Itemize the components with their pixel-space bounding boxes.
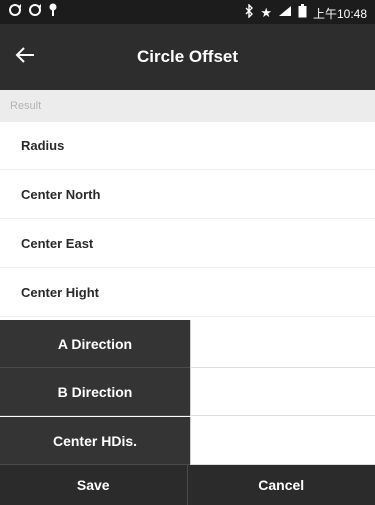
result-row-center-hight: Center Hight	[0, 269, 375, 317]
save-button[interactable]: Save	[0, 465, 188, 505]
input-row-center-hdis: Center HDis.	[0, 417, 375, 465]
center-hdis-input[interactable]	[190, 417, 375, 465]
status-right-icons: ★ 上午10:48	[244, 3, 367, 22]
sync-icon	[28, 3, 42, 21]
location-pin-icon	[48, 3, 58, 21]
sync-icon	[8, 3, 22, 21]
b-direction-label: B Direction	[0, 368, 190, 416]
a-direction-label: A Direction	[0, 320, 190, 368]
input-row-a-direction: A Direction	[0, 320, 375, 368]
signal-icon	[278, 5, 292, 21]
center-hdis-label: Center HDis.	[0, 417, 190, 465]
clock-text: 上午10:48	[312, 6, 367, 21]
battery-icon	[298, 4, 307, 22]
result-section-header: Result	[0, 90, 375, 122]
result-row-radius: Radius	[0, 122, 375, 170]
action-bar: Save Cancel	[0, 465, 375, 505]
result-list: Radius Center North Center East Center H…	[0, 122, 375, 318]
b-direction-input[interactable]	[190, 368, 375, 416]
result-row-center-east: Center East	[0, 220, 375, 268]
star-icon: ★	[260, 5, 272, 20]
bluetooth-icon	[244, 3, 254, 22]
status-left-icons	[8, 3, 58, 21]
a-direction-input[interactable]	[190, 320, 375, 368]
page-title: Circle Offset	[136, 47, 239, 66]
cancel-button[interactable]: Cancel	[188, 465, 375, 505]
input-grid: A Direction B Direction Center HDis.	[0, 318, 375, 465]
app-bar: Circle Offset	[0, 24, 375, 90]
input-row-b-direction: B Direction	[0, 368, 375, 416]
result-row-center-north: Center North	[0, 171, 375, 219]
status-bar: ★ 上午10:48	[0, 0, 375, 24]
